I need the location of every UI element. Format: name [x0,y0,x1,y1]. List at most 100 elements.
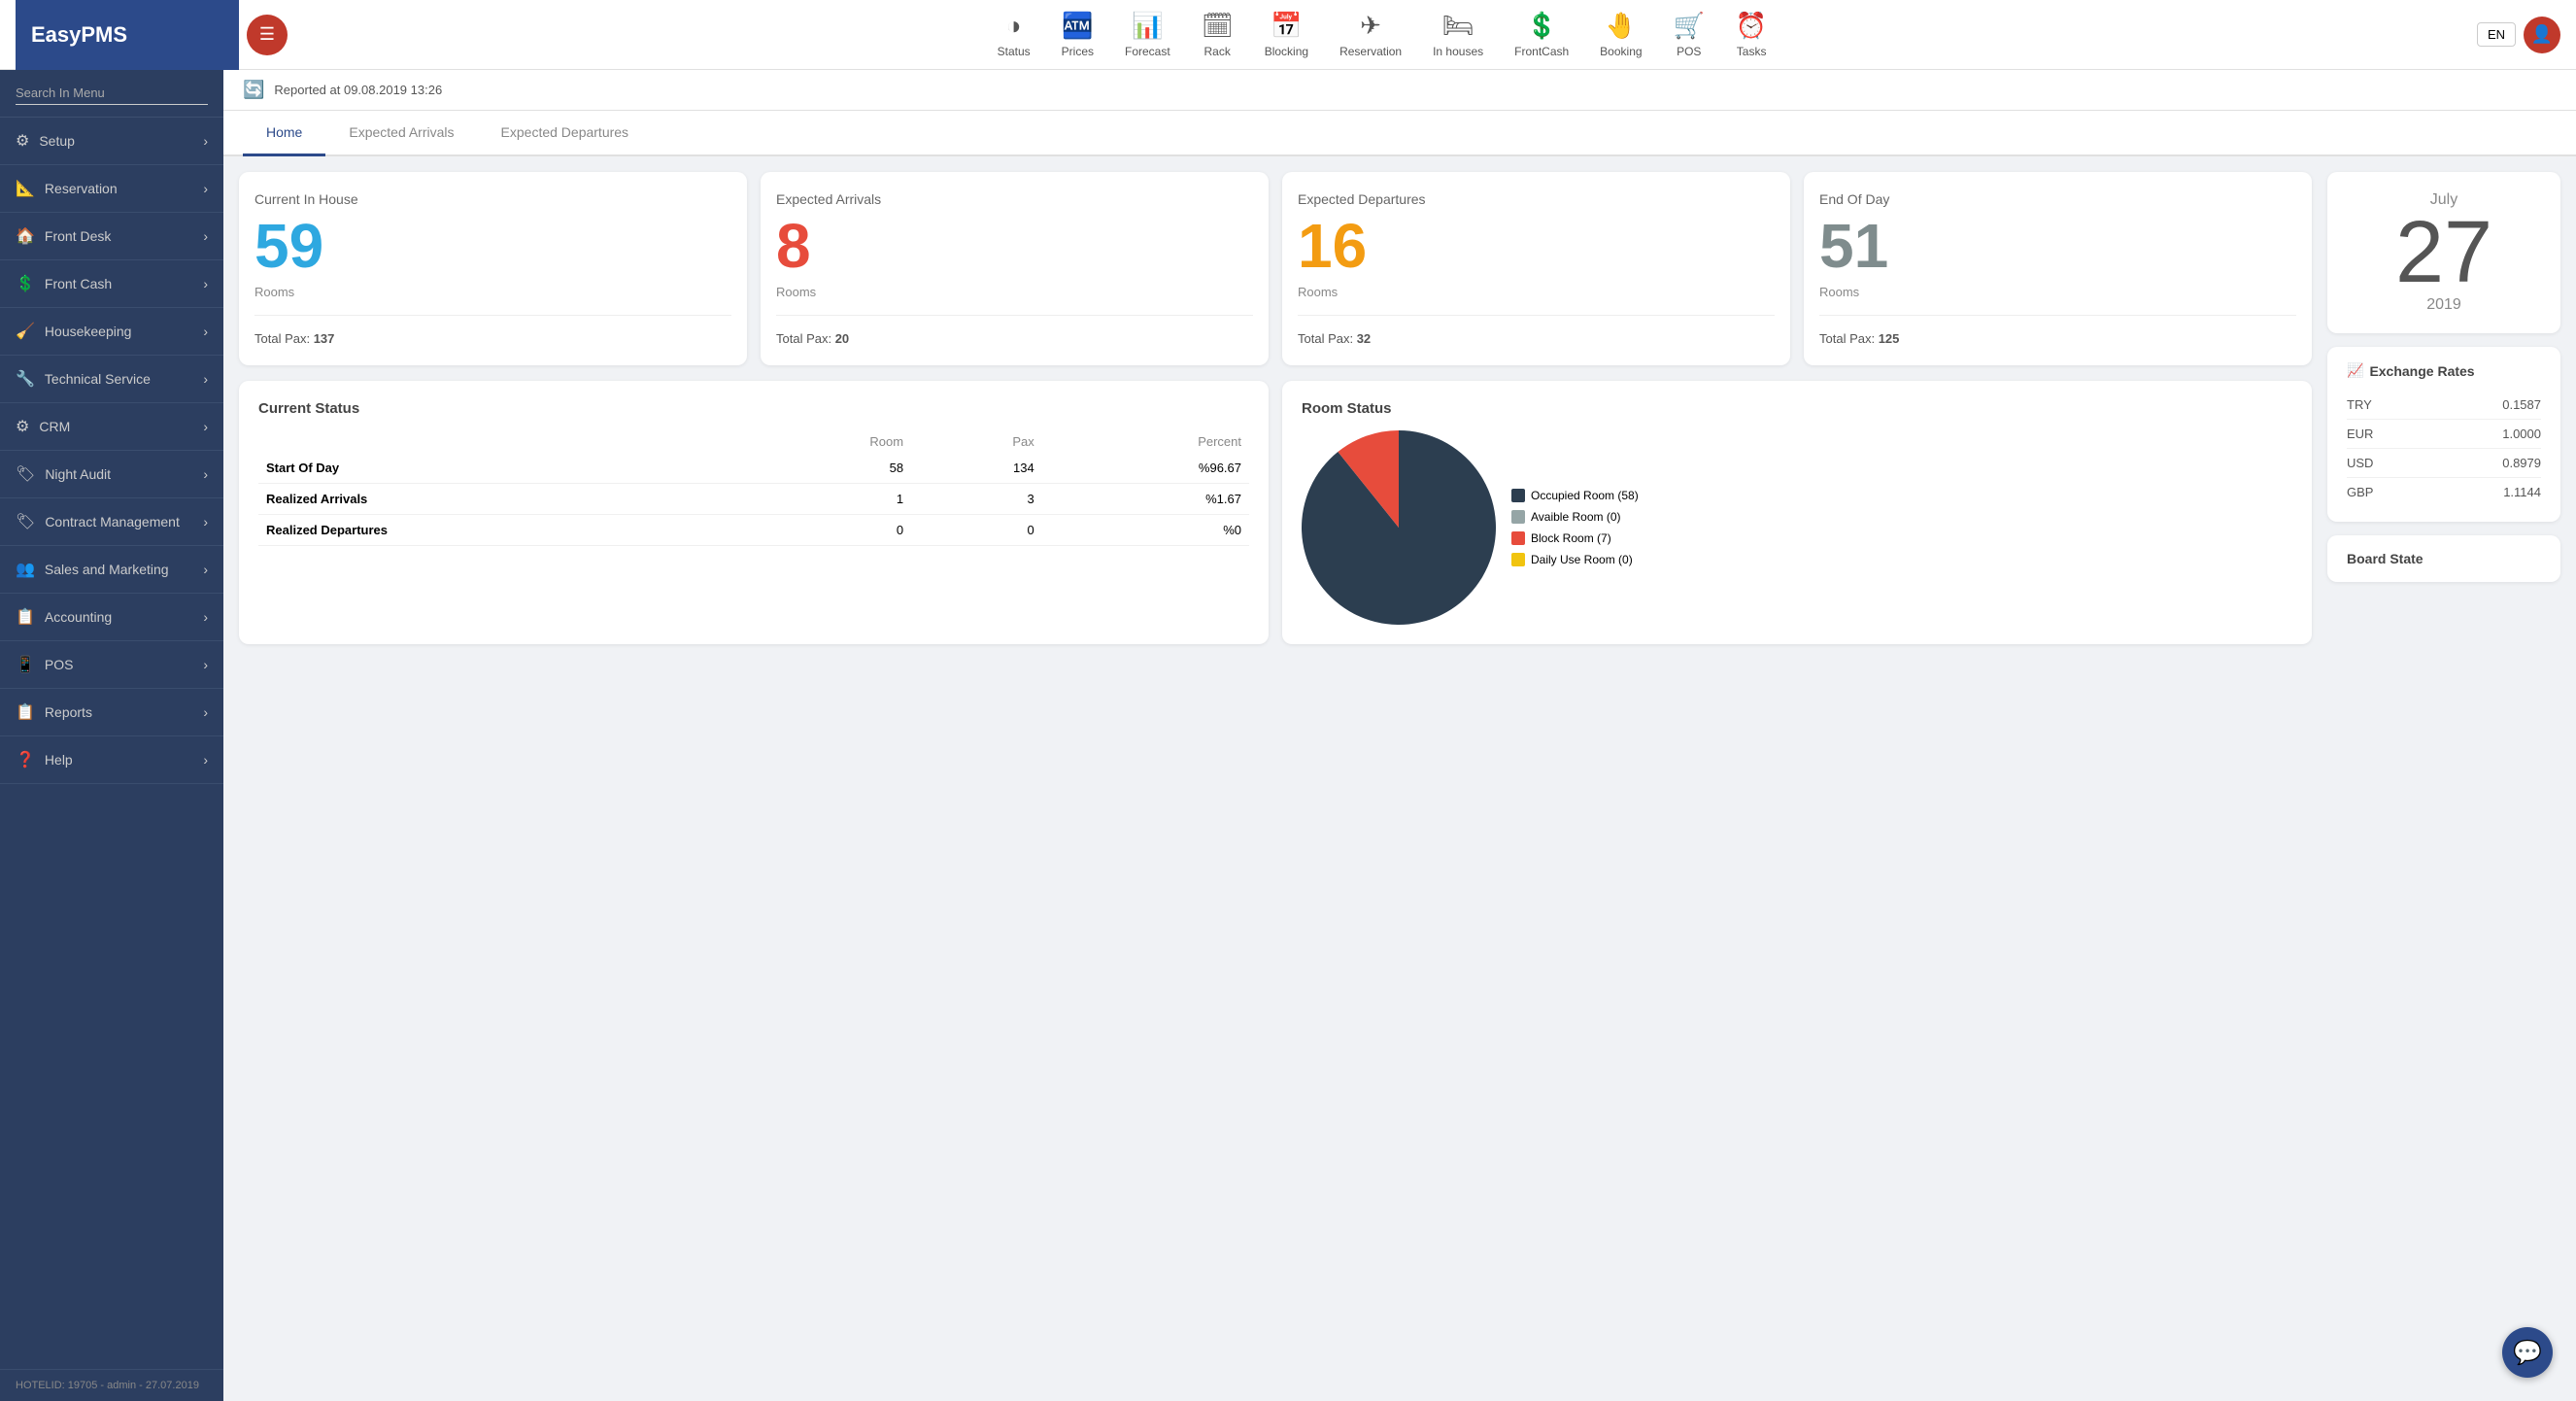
sidebar-item-label-housekeeping: Housekeeping [45,324,132,339]
sidebar-item-help[interactable]: ❓ Help › [0,736,223,784]
night-audit-sidebar-icon: 🏷 [16,464,35,484]
nav-item-booking[interactable]: 🤚Booking [1588,7,1653,62]
nav-item-pos[interactable]: 🛒 POS [1662,7,1716,62]
nav-item-tasks[interactable]: ⏰Tasks [1724,7,1779,62]
chevron-down-icon-crm: › [203,419,208,434]
stat-card-pax-expected-arrivals: Total Pax: 20 [776,331,1253,346]
search-input[interactable] [16,82,208,105]
stat-card-number-expected-departures: 16 [1298,215,1775,277]
sidebar-search [0,70,223,118]
booking-nav-label: Booking [1600,45,1642,58]
current-status-title: Current Status [258,400,1249,417]
chevron-down-icon-setup: › [203,133,208,149]
nav-item-frontcash[interactable]: 💲FrontCash [1503,7,1580,62]
report-bar: 🔄 Reported at 09.08.2019 13:26 [223,70,2576,111]
exchange-rate-try: TRY0.1587 [2347,391,2541,420]
technical-service-sidebar-icon: 🔧 [16,369,35,389]
currency-label-try: TRY [2347,397,2372,412]
sidebar-item-left-reservation: 📐 Reservation [16,179,118,198]
exchange-rate-usd: USD0.8979 [2347,449,2541,478]
sidebar-item-pos[interactable]: 📱 POS › [0,641,223,689]
stat-card-number-end-of-day: 51 [1819,215,2296,277]
user-avatar[interactable]: 👤 [2524,17,2560,53]
stat-card-pax-expected-departures: Total Pax: 32 [1298,331,1775,346]
nav-item-rack[interactable]: 🗓Rack [1190,7,1245,62]
status-table-cell: 58 [738,453,911,484]
stat-card-number-expected-arrivals: 8 [776,215,1253,277]
main-column: Current In House 59 Rooms Total Pax: 137… [239,172,2312,1385]
pos-nav-icon: 🛒 [1674,11,1705,41]
nav-item-forecast[interactable]: 📊Forecast [1113,7,1182,62]
reservation-nav-icon: ✈ [1360,11,1381,41]
sidebar-item-label-front-cash: Front Cash [45,276,112,291]
sidebar-item-contract-management[interactable]: 🏷 Contract Management › [0,498,223,546]
sidebar-item-housekeeping[interactable]: 🧹 Housekeeping › [0,308,223,356]
stat-card-unit-end-of-day: Rooms [1819,285,2296,299]
chevron-down-icon-front-cash: › [203,276,208,291]
chevron-down-icon-front-desk: › [203,228,208,244]
sidebar-item-left-pos: 📱 POS [16,655,74,674]
status-table-cell: 0 [911,515,1042,546]
status-table-row: Start Of Day58134%96.67 [258,453,1249,484]
crm-sidebar-icon: ⚙ [16,417,29,436]
status-table-cell: Realized Arrivals [258,484,738,515]
hamburger-button[interactable]: ☰ [247,15,288,55]
lower-row: Current Status RoomPaxPercentStart Of Da… [239,381,2312,644]
nav-item-status[interactable]: ◑Status [986,7,1042,62]
stat-card-expected-arrivals: Expected Arrivals 8 Rooms Total Pax: 20 [761,172,1269,365]
contract-management-sidebar-icon: 🏷 [16,512,35,531]
sidebar-item-reservation[interactable]: 📐 Reservation › [0,165,223,213]
sidebar-item-accounting[interactable]: 📋 Accounting › [0,594,223,641]
content-grid: Current In House 59 Rooms Total Pax: 137… [223,156,2576,1401]
nav-item-blocking[interactable]: 📅Blocking [1253,7,1320,62]
tab-home[interactable]: Home [243,111,325,156]
sidebar-item-setup[interactable]: ⚙ Setup › [0,118,223,165]
refresh-icon[interactable]: 🔄 [243,80,264,100]
legend-dot [1511,510,1525,524]
stat-card-current-in-house: Current In House 59 Rooms Total Pax: 137 [239,172,747,365]
sidebar-items: ⚙ Setup › 📐 Reservation › 🏠 Front Desk ›… [0,118,223,784]
blocking-nav-label: Blocking [1265,45,1308,58]
reservation-sidebar-icon: 📐 [16,179,35,198]
nav-item-inhouses[interactable]: 🛏In houses [1421,7,1495,62]
currency-value-usd: 0.8979 [2502,456,2541,470]
status-table-header: Pax [911,430,1042,453]
prices-nav-label: Prices [1062,45,1094,58]
sidebar-item-left-reports: 📋 Reports [16,702,92,722]
date-card: July 27 2019 [2327,172,2560,333]
sidebar-item-night-audit[interactable]: 🏷 Night Audit › [0,451,223,498]
status-table-header: Room [738,430,911,453]
tab-expected-departures[interactable]: Expected Departures [478,111,653,156]
stat-card-unit-current-in-house: Rooms [254,285,731,299]
status-table-cell: 1 [738,484,911,515]
forecast-nav-label: Forecast [1125,45,1170,58]
chat-fab[interactable]: 💬 [2502,1327,2553,1378]
sidebar-item-crm[interactable]: ⚙ CRM › [0,403,223,451]
legend-label: Daily Use Room (0) [1531,553,1633,566]
sidebar-item-technical-service[interactable]: 🔧 Technical Service › [0,356,223,403]
pie-legend-item: Avaible Room (0) [1511,510,1639,524]
status-table: RoomPaxPercentStart Of Day58134%96.67Rea… [258,430,1249,546]
reservation-nav-label: Reservation [1339,45,1402,58]
sidebar-item-sales-and-marketing[interactable]: 👥 Sales and Marketing › [0,546,223,594]
sidebar-item-front-desk[interactable]: 🏠 Front Desk › [0,213,223,260]
pos-nav-label: POS [1677,45,1701,58]
language-button[interactable]: EN [2477,22,2516,47]
stat-card-title-expected-arrivals: Expected Arrivals [776,191,1253,207]
sidebar: ⚙ Setup › 📐 Reservation › 🏠 Front Desk ›… [0,70,223,1401]
nav-item-reservation[interactable]: ✈ Reservation [1328,7,1413,62]
board-state-card: Board State [2327,535,2560,582]
status-table-row: Realized Arrivals13%1.67 [258,484,1249,515]
room-status-card: Room Status Occupied Room (58)Avaible Ro… [1282,381,2312,644]
right-panel: July 27 2019 📈 Exchange Rates TRY0.1587E… [2327,172,2560,1385]
status-table-header: Percent [1042,430,1249,453]
sidebar-item-left-housekeeping: 🧹 Housekeeping [16,322,131,341]
nav-item-prices[interactable]: 🏧Prices [1050,7,1105,62]
sidebar-item-reports[interactable]: 📋 Reports › [0,689,223,736]
chevron-down-icon-technical-service: › [203,371,208,387]
sidebar-item-front-cash[interactable]: 💲 Front Cash › [0,260,223,308]
exchange-title: 📈 Exchange Rates [2347,362,2541,379]
sidebar-item-left-night-audit: 🏷 Night Audit [16,464,111,484]
tab-expected-arrivals[interactable]: Expected Arrivals [325,111,477,156]
chevron-down-icon-housekeeping: › [203,324,208,339]
